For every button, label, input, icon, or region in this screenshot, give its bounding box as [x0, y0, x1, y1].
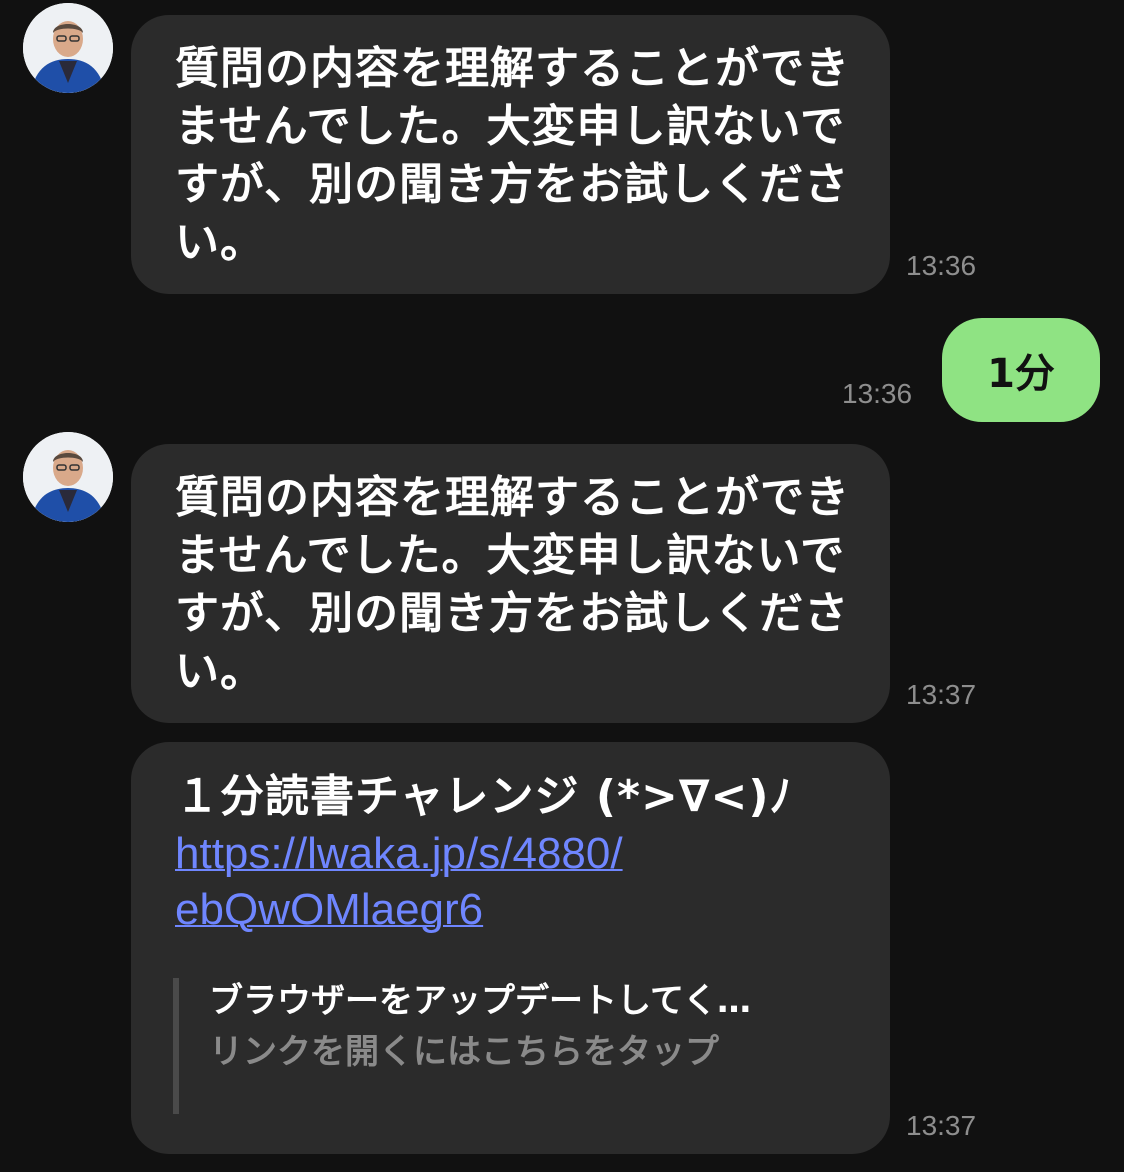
outgoing-message-bubble[interactable]: 1分	[942, 318, 1100, 422]
message-timestamp: 13:37	[906, 1110, 977, 1141]
link-preview-subtitle: リンクを開くにはこちらをタップ	[209, 1032, 719, 1072]
sender-avatar[interactable]	[23, 3, 113, 93]
incoming-message-bubble[interactable]: 質問の内容を理解することができませんでした。大変申し訳ないですが、別の聞き方をお…	[131, 444, 890, 723]
avatar-photo-icon	[23, 3, 113, 93]
link-preview-title: ブラウザーをアップデートしてく…	[209, 981, 751, 1021]
link-text-line-2: ebQwOMlaegr6	[175, 885, 484, 934]
message-text: 1分	[987, 351, 1055, 397]
link-preview-card[interactable]: ブラウザーをアップデートしてく… リンクを開くにはこちらをタップ	[173, 978, 863, 1114]
message-text: １分読書チャレンジ (*>∇<)ﾉ	[175, 771, 793, 822]
message-timestamp: 13:36	[842, 378, 913, 409]
sender-avatar[interactable]	[23, 432, 113, 522]
message-timestamp: 13:37	[906, 679, 977, 710]
message-text: 質問の内容を理解することができませんでした。大変申し訳ないですが、別の聞き方をお…	[175, 472, 850, 697]
incoming-message-bubble[interactable]: 質問の内容を理解することができませんでした。大変申し訳ないですが、別の聞き方をお…	[131, 15, 890, 294]
link-text-line-1: https://lwaka.jp/s/4880/	[175, 829, 623, 878]
message-link[interactable]: https://lwaka.jp/s/4880/ ebQwOMlaegr6	[175, 826, 860, 938]
chat-thread: 質問の内容を理解することができませんでした。大変申し訳ないですが、別の聞き方をお…	[0, 0, 1124, 1172]
message-timestamp: 13:36	[906, 250, 977, 281]
avatar-photo-icon	[23, 432, 113, 522]
message-text: 質問の内容を理解することができませんでした。大変申し訳ないですが、別の聞き方をお…	[175, 43, 850, 268]
incoming-link-message-bubble[interactable]: １分読書チャレンジ (*>∇<)ﾉ https://lwaka.jp/s/488…	[131, 742, 890, 1154]
